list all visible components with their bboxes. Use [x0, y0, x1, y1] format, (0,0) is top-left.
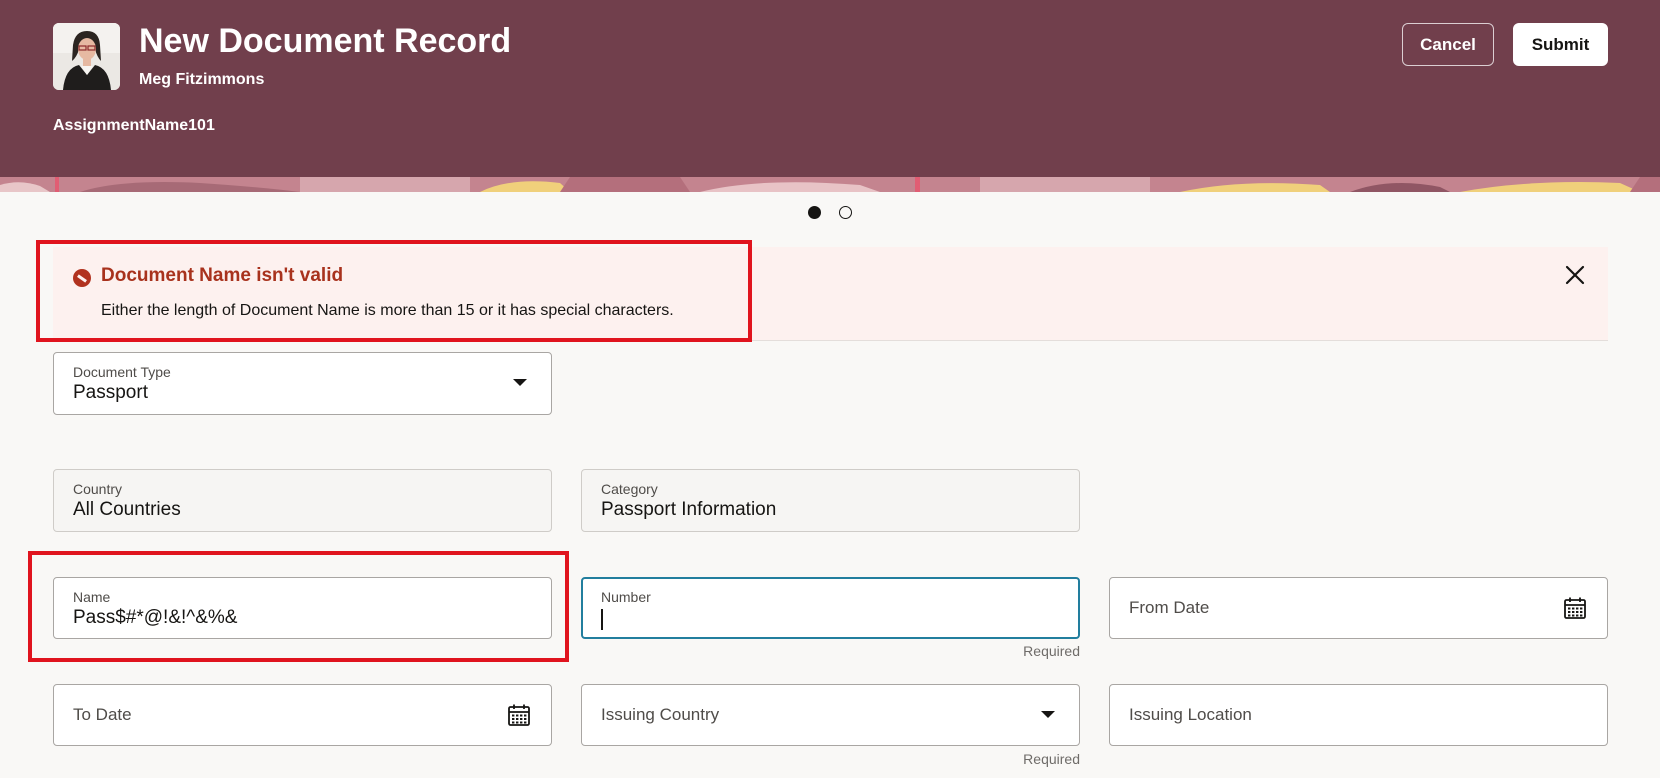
- number-required-hint: Required: [1023, 643, 1080, 659]
- issuing-country-label: Issuing Country: [601, 705, 720, 724]
- avatar: [53, 23, 120, 90]
- number-input[interactable]: Number: [581, 577, 1080, 639]
- close-icon[interactable]: [1563, 263, 1587, 287]
- calendar-icon[interactable]: [1563, 596, 1587, 625]
- to-date-label: To Date: [73, 705, 132, 724]
- category-field: Category Passport Information: [581, 469, 1080, 532]
- from-date-label: From Date: [1129, 598, 1210, 617]
- country-field: Country All Countries: [53, 469, 552, 532]
- issuing-country-required-hint: Required: [1023, 751, 1080, 767]
- country-label: Country: [73, 481, 123, 497]
- category-value: Passport Information: [601, 499, 777, 520]
- page-header: New Document Record Meg Fitzimmons Assig…: [0, 0, 1660, 177]
- calendar-icon[interactable]: [507, 703, 531, 732]
- issuing-location-input[interactable]: Issuing Location: [1109, 684, 1608, 746]
- to-date-input[interactable]: To Date: [53, 684, 552, 746]
- name-highlight-box: [28, 551, 569, 662]
- issuing-location-label: Issuing Location: [1129, 705, 1252, 724]
- from-date-input[interactable]: From Date: [1109, 577, 1608, 639]
- cancel-button[interactable]: Cancel: [1402, 23, 1494, 66]
- decorative-banner: [0, 177, 1660, 192]
- page-dot-1[interactable]: [808, 206, 821, 219]
- document-type-select[interactable]: Document Type Passport: [53, 352, 552, 415]
- issuing-country-select[interactable]: Issuing Country: [581, 684, 1080, 746]
- alert-highlight-box: [36, 240, 752, 342]
- document-type-value: Passport: [73, 382, 148, 403]
- page-indicator: [808, 206, 852, 219]
- page-title: New Document Record: [139, 22, 512, 60]
- chevron-down-icon: [1041, 711, 1055, 718]
- category-label: Category: [601, 481, 658, 497]
- text-cursor: [601, 609, 603, 630]
- document-type-label: Document Type: [73, 364, 171, 380]
- submit-button[interactable]: Submit: [1513, 23, 1608, 66]
- number-label: Number: [601, 589, 651, 605]
- assignment-name: AssignmentName101: [53, 117, 215, 134]
- chevron-down-icon: [513, 379, 527, 386]
- person-name: Meg Fitzimmons: [139, 71, 265, 88]
- page-dot-2[interactable]: [839, 206, 852, 219]
- country-value: All Countries: [73, 499, 181, 520]
